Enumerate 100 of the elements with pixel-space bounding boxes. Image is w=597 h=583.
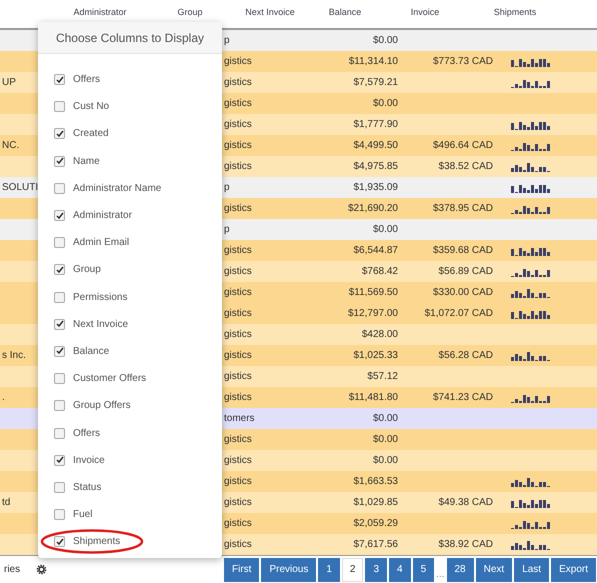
column-option[interactable]: Balance bbox=[38, 338, 162, 366]
check-icon bbox=[56, 347, 64, 356]
option-label: Invoice bbox=[73, 454, 105, 468]
table-cell-text: $773.73 CAD bbox=[432, 55, 493, 69]
footer-text: ries bbox=[4, 563, 20, 577]
page-button[interactable]: 1 bbox=[318, 558, 340, 582]
table-cell: gistics bbox=[224, 329, 252, 340]
table-cell: gistics bbox=[224, 287, 252, 298]
table-cell-text: $1,663.53 bbox=[354, 475, 398, 489]
table-cell-text: $56.28 CAD bbox=[438, 349, 493, 363]
table-cell-text: $49.38 CAD bbox=[438, 496, 493, 510]
table-cell: gistics bbox=[224, 77, 252, 88]
table-cell: p bbox=[224, 224, 230, 235]
table-cell: gistics bbox=[224, 119, 252, 130]
column-option[interactable]: Administrator bbox=[38, 202, 162, 230]
table-cell-text: $11,314.10 bbox=[348, 55, 398, 69]
checkbox[interactable] bbox=[54, 182, 65, 194]
option-label: Next Invoice bbox=[73, 318, 128, 332]
checkbox[interactable] bbox=[54, 346, 65, 357]
column-option[interactable]: Permissions bbox=[38, 284, 162, 311]
table-cell-text: $1,072.07 CAD bbox=[424, 307, 493, 321]
table-cell-text: $496.64 CAD bbox=[432, 139, 493, 153]
page-button[interactable]: 3 bbox=[365, 558, 388, 582]
column-option[interactable]: Cust No bbox=[38, 93, 162, 120]
checkbox[interactable] bbox=[54, 128, 65, 140]
settings-icon[interactable] bbox=[36, 564, 48, 575]
table-cell: td bbox=[2, 497, 10, 508]
page-button[interactable]: First bbox=[224, 558, 260, 582]
page-button[interactable]: 2 bbox=[342, 558, 364, 582]
checkbox[interactable] bbox=[54, 454, 65, 466]
checkbox[interactable] bbox=[54, 237, 65, 248]
option-label: Offers bbox=[73, 426, 100, 441]
page-button[interactable]: Previous bbox=[261, 558, 316, 582]
table-cell-text: $378.95 CAD bbox=[432, 202, 493, 216]
option-label: Shipments bbox=[73, 535, 120, 550]
page-button[interactable]: 4 bbox=[389, 558, 411, 582]
checkbox[interactable] bbox=[54, 101, 65, 112]
checkbox[interactable] bbox=[54, 400, 65, 412]
column-header[interactable]: Shipments bbox=[494, 6, 536, 18]
column-option[interactable]: Status bbox=[38, 474, 162, 501]
checkbox[interactable] bbox=[54, 428, 65, 439]
column-option[interactable]: Offers bbox=[38, 66, 162, 94]
table-cell-text: $0.00 bbox=[372, 34, 398, 48]
checkbox[interactable] bbox=[54, 210, 65, 222]
table-cell-text: $4,975.85 bbox=[354, 160, 398, 174]
column-header[interactable]: Next Invoice bbox=[245, 6, 295, 18]
checkbox[interactable] bbox=[54, 318, 65, 330]
checkbox[interactable] bbox=[54, 264, 65, 276]
option-label: Permissions bbox=[73, 290, 128, 305]
table-cell-text: $57.12 bbox=[367, 370, 398, 384]
column-header[interactable]: Administrator bbox=[73, 6, 126, 18]
checkbox[interactable] bbox=[54, 292, 65, 303]
option-label: Group Offers bbox=[73, 399, 131, 414]
option-label: Created bbox=[73, 127, 109, 142]
column-option[interactable]: Admin Email bbox=[38, 229, 162, 256]
column-header[interactable]: Balance bbox=[328, 6, 362, 18]
pagination-ellipsis: ... bbox=[436, 568, 444, 582]
table-cell-text: $21,690.20 bbox=[348, 202, 398, 216]
checkbox[interactable] bbox=[54, 509, 65, 520]
column-option[interactable]: Administrator Name bbox=[38, 174, 162, 202]
table-cell: gistics bbox=[224, 56, 252, 67]
table-cell: p bbox=[224, 182, 230, 193]
column-option[interactable]: Shipments bbox=[38, 528, 162, 556]
table-cell: . bbox=[2, 392, 5, 403]
table-cell-text: $1,777.90 bbox=[354, 118, 398, 132]
table-cell: SOLUTI bbox=[2, 182, 38, 193]
column-option[interactable]: Group Offers bbox=[38, 392, 162, 420]
table-cell-text: $741.23 CAD bbox=[432, 391, 493, 405]
column-option[interactable]: Customer Offers bbox=[38, 365, 162, 392]
column-option[interactable]: Fuel bbox=[38, 501, 162, 528]
page-button[interactable]: 28 bbox=[446, 558, 474, 582]
column-option[interactable]: Created bbox=[38, 120, 162, 148]
check-icon bbox=[56, 76, 64, 84]
column-option[interactable]: Invoice bbox=[38, 446, 162, 474]
column-option[interactable]: Offers bbox=[38, 419, 162, 447]
column-option[interactable]: Next Invoice bbox=[38, 310, 162, 338]
checkbox[interactable] bbox=[54, 373, 65, 384]
page-button[interactable]: 5 bbox=[412, 558, 434, 582]
checkbox[interactable] bbox=[54, 482, 65, 493]
table-cell-text: $38.92 CAD bbox=[438, 538, 493, 552]
column-header[interactable]: Group bbox=[177, 6, 202, 18]
table-cell-text: $7,617.56 bbox=[354, 538, 398, 552]
checkbox[interactable] bbox=[54, 536, 65, 548]
table-cell-text: $6,544.87 bbox=[354, 244, 398, 258]
column-header[interactable]: Invoice bbox=[410, 6, 440, 18]
table-cell-text: $0.00 bbox=[372, 454, 398, 468]
column-option[interactable]: Group bbox=[38, 256, 162, 284]
checkbox[interactable] bbox=[54, 156, 65, 167]
option-label: Group bbox=[73, 263, 101, 278]
checkbox[interactable] bbox=[54, 74, 65, 86]
option-label: Customer Offers bbox=[73, 372, 146, 386]
page-button[interactable]: Export bbox=[551, 558, 596, 582]
page-button[interactable]: Last bbox=[514, 558, 550, 582]
table-cell-text: $0.00 bbox=[372, 97, 398, 111]
table-cell-text: $1,029.85 bbox=[354, 496, 398, 510]
option-label: Name bbox=[73, 154, 100, 169]
page-button[interactable]: Next bbox=[476, 558, 512, 582]
option-label: Administrator bbox=[73, 209, 132, 224]
column-option[interactable]: Name bbox=[38, 148, 162, 175]
table-cell: gistics bbox=[224, 497, 252, 508]
